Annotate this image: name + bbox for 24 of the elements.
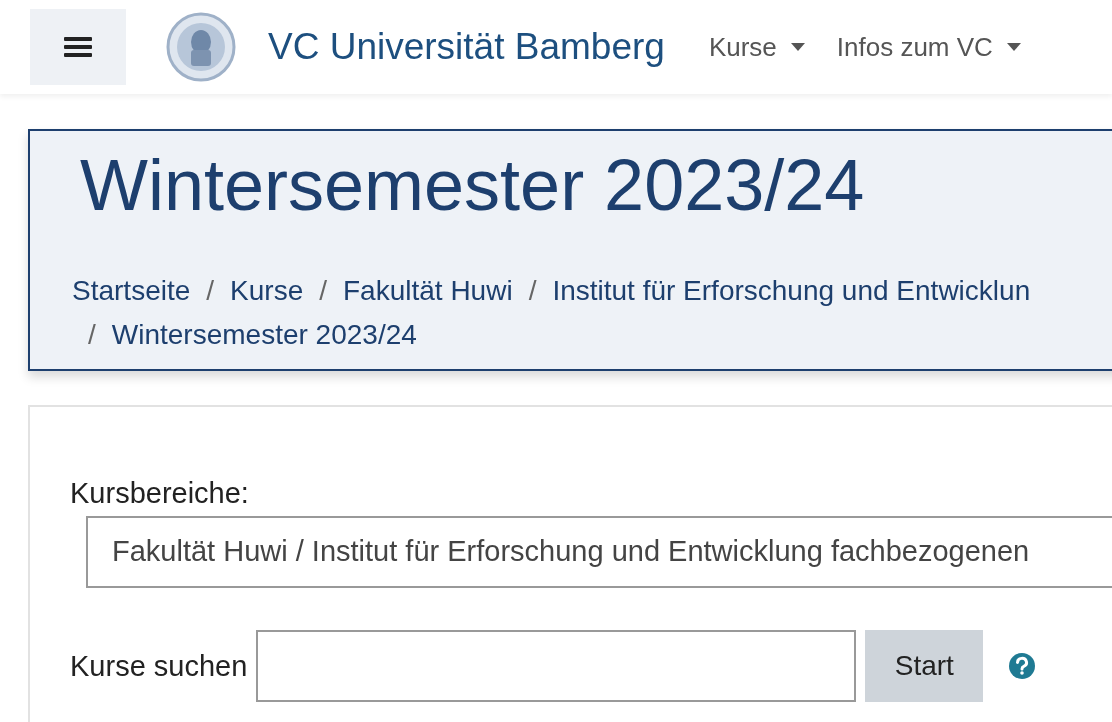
menu-icon <box>64 36 92 58</box>
start-button[interactable]: Start <box>865 630 984 702</box>
nav-menu-link[interactable]: Kurse <box>708 31 805 63</box>
breadcrumb-link[interactable]: Kurse <box>230 275 304 306</box>
breadcrumb-link[interactable]: Startseite <box>72 275 191 306</box>
search-field[interactable] <box>256 630 857 702</box>
breadcrumb-separator: / <box>528 275 537 306</box>
site-title-link[interactable]: VC Universität Bamberg <box>268 26 665 68</box>
help-icon[interactable] <box>1008 652 1037 680</box>
field-label: Kurse suchen <box>70 649 248 683</box>
menu-button[interactable] <box>30 9 126 85</box>
nav-menu-link[interactable]: Infos zum VC <box>836 31 1021 63</box>
breadcrumb-separator: / <box>206 275 215 306</box>
breadcrumb-separator: / <box>319 275 327 306</box>
breadcrumb-separator: / <box>88 319 96 350</box>
caret-icon <box>790 43 805 51</box>
breadcrumb-link[interactable]: Institut für Erforschung und Entwicklun <box>552 275 1031 306</box>
page-title: Wintersemester 2023/24 <box>80 145 866 225</box>
seal-logo[interactable] <box>166 12 236 82</box>
breadcrumb-link[interactable]: Fakultät Huwi <box>343 275 513 306</box>
category-select[interactable]: Fakultät Huwi / Institut für Erforschung und Entwicklung fachbezogenen <box>86 516 1112 588</box>
field-label: Kursbereiche: <box>70 477 250 510</box>
breadcrumb-link[interactable]: Wintersemester 2023/24 <box>111 319 417 350</box>
caret-icon <box>1006 43 1021 51</box>
